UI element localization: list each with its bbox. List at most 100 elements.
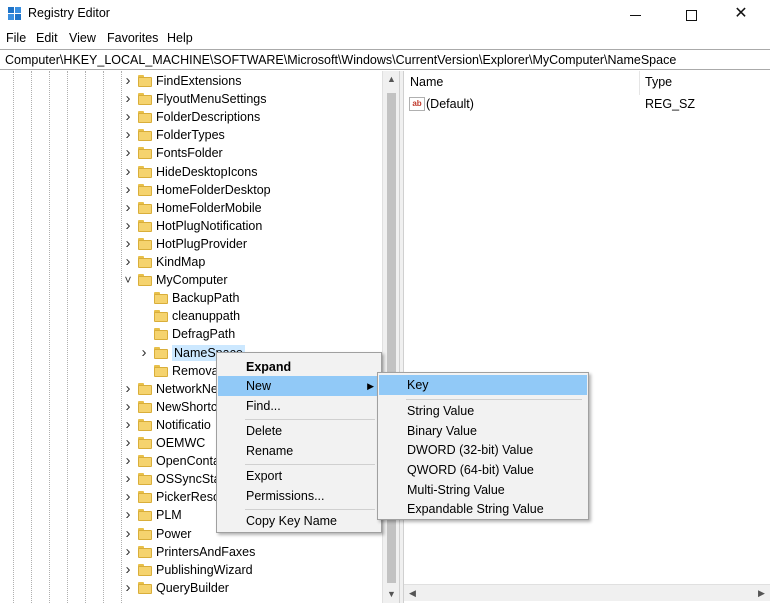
chevron-right-icon[interactable]: › <box>123 543 133 561</box>
submenu-key[interactable]: Key <box>379 375 587 395</box>
tree-item-label: PrintersAndFaxes <box>156 544 256 559</box>
chevron-right-icon[interactable]: › <box>123 416 133 434</box>
chevron-right-icon[interactable]: › <box>123 181 133 199</box>
tree-item[interactable]: › PublishingWizard <box>0 561 380 579</box>
close-button[interactable]: ✕ <box>718 0 764 28</box>
tree-item[interactable]: › HotPlugProvider <box>0 235 380 253</box>
context-menu-export[interactable]: Export <box>218 466 380 486</box>
menu-item-label: Export <box>246 469 283 483</box>
folder-icon <box>138 473 152 486</box>
chevron-right-icon[interactable]: › <box>123 561 133 579</box>
submenu-expandable-string-value[interactable]: Expandable String Value <box>379 499 587 519</box>
tree-vertical-scrollbar[interactable]: ▲ ▼ <box>382 71 399 603</box>
folder-icon <box>138 219 152 232</box>
tree-item[interactable]: › FolderTypes <box>0 126 380 144</box>
chevron-right-icon[interactable]: › <box>123 470 133 488</box>
chevron-right-icon[interactable]: › <box>123 579 133 597</box>
menu-file[interactable]: File <box>6 31 26 45</box>
tree-item[interactable]: › HomeFolderMobile <box>0 199 380 217</box>
registry-editor-icon <box>8 7 22 21</box>
context-menu-delete[interactable]: Delete <box>218 421 380 441</box>
chevron-right-icon[interactable]: › <box>123 525 133 543</box>
folder-icon <box>138 165 152 178</box>
menu-edit[interactable]: Edit <box>36 31 58 45</box>
chevron-right-icon[interactable]: › <box>123 235 133 253</box>
tree-item[interactable]: › HomeFolderDesktop <box>0 181 380 199</box>
chevron-right-icon[interactable]: › <box>123 253 133 271</box>
submenu-qword-value[interactable]: QWORD (64-bit) Value <box>379 460 587 480</box>
value-row[interactable]: ab (Default) REG_SZ <box>404 96 770 114</box>
chevron-right-icon[interactable]: › <box>123 398 133 416</box>
context-menu-find[interactable]: Find... <box>218 396 380 416</box>
column-header-name[interactable]: Name <box>410 75 443 89</box>
maximize-button[interactable] <box>668 0 714 28</box>
context-menu-rename[interactable]: Rename <box>218 441 380 461</box>
menu-favorites[interactable]: Favorites <box>107 31 158 45</box>
chevron-right-icon[interactable]: › <box>123 72 133 90</box>
submenu-string-value[interactable]: String Value <box>379 401 587 421</box>
tree-item[interactable]: › FlyoutMenuSettings <box>0 90 380 108</box>
chevron-right-icon[interactable]: › <box>123 506 133 524</box>
menu-view[interactable]: View <box>69 31 96 45</box>
tree-item[interactable]: › KindMap <box>0 253 380 271</box>
tree-item[interactable]: › HideDesktopIcons <box>0 163 380 181</box>
address-bar[interactable]: Computer\HKEY_LOCAL_MACHINE\SOFTWARE\Mic… <box>0 49 770 70</box>
chevron-right-icon[interactable]: › <box>123 144 133 162</box>
folder-icon <box>138 509 152 522</box>
tree-item-label: PublishingWizard <box>156 562 253 577</box>
chevron-right-icon[interactable]: › <box>123 380 133 398</box>
tree-item[interactable]: BackupPath <box>0 289 380 307</box>
scroll-left-arrow-icon[interactable]: ◀ <box>404 585 421 602</box>
chevron-right-icon[interactable]: › <box>139 344 149 362</box>
chevron-right-icon[interactable]: › <box>123 199 133 217</box>
chevron-right-icon[interactable]: › <box>123 163 133 181</box>
scroll-up-arrow-icon[interactable]: ▲ <box>383 71 399 88</box>
tree-item[interactable]: › PrintersAndFaxes <box>0 543 380 561</box>
values-pane[interactable]: Name Type ab (Default) REG_SZ ◀ ▶ <box>404 71 770 603</box>
values-horizontal-scrollbar[interactable]: ◀ ▶ <box>404 584 770 601</box>
tree-item[interactable]: ˅ MyComputer <box>0 271 380 289</box>
folder-icon <box>138 400 152 413</box>
context-menu-permissions[interactable]: Permissions... <box>218 486 380 506</box>
menu-item-label: Copy Key Name <box>246 514 338 528</box>
chevron-right-icon[interactable]: › <box>123 126 133 144</box>
tree-item[interactable]: DefragPath <box>0 325 380 343</box>
tree-item-label: OEMWC <box>156 436 206 450</box>
column-separator[interactable] <box>639 71 640 95</box>
folder-icon <box>138 75 152 87</box>
minimize-button[interactable] <box>612 0 658 28</box>
chevron-right-icon[interactable]: › <box>123 90 133 108</box>
column-header-type[interactable]: Type <box>645 75 672 89</box>
chevron-right-icon[interactable]: › <box>123 108 133 126</box>
tree-item[interactable]: › QueryBuilder <box>0 579 380 597</box>
submenu-multi-string-value[interactable]: Multi-String Value <box>379 480 587 500</box>
folder-icon <box>138 147 152 160</box>
scroll-down-arrow-icon[interactable]: ▼ <box>383 586 399 603</box>
menu-item-label: Rename <box>246 444 294 458</box>
scroll-right-arrow-icon[interactable]: ▶ <box>753 585 770 602</box>
folder-icon <box>138 93 152 106</box>
chevron-right-icon[interactable]: › <box>123 452 133 470</box>
submenu-binary-value[interactable]: Binary Value <box>379 421 587 441</box>
tree-item[interactable]: › FolderDescriptions <box>0 108 380 126</box>
tree-item[interactable]: cleanuppath <box>0 307 380 325</box>
context-menu-expand[interactable]: Expand <box>218 357 380 377</box>
tree-item-label: NetworkNe <box>156 381 218 396</box>
folder-icon <box>138 129 152 142</box>
chevron-right-icon[interactable]: › <box>123 488 133 506</box>
menu-help[interactable]: Help <box>167 31 193 45</box>
chevron-right-icon[interactable]: › <box>123 434 133 452</box>
tree-item-label: cleanuppath <box>172 309 241 324</box>
chevron-right-icon[interactable]: › <box>123 217 133 235</box>
tree-item[interactable]: › FindExtensions <box>0 72 380 90</box>
tree-item-label: PLM <box>156 508 182 523</box>
tree-item[interactable]: › HotPlugNotification <box>0 217 380 235</box>
tree-item-label: HomeFolderDesktop <box>156 182 271 197</box>
submenu-dword-value[interactable]: DWORD (32-bit) Value <box>379 440 587 460</box>
tree-item[interactable]: › FontsFolder <box>0 144 380 162</box>
context-menu-new[interactable]: New ▶ <box>218 376 380 396</box>
chevron-down-icon[interactable]: ˅ <box>123 271 133 289</box>
context-menu-copy-key-name[interactable]: Copy Key Name <box>218 511 380 531</box>
